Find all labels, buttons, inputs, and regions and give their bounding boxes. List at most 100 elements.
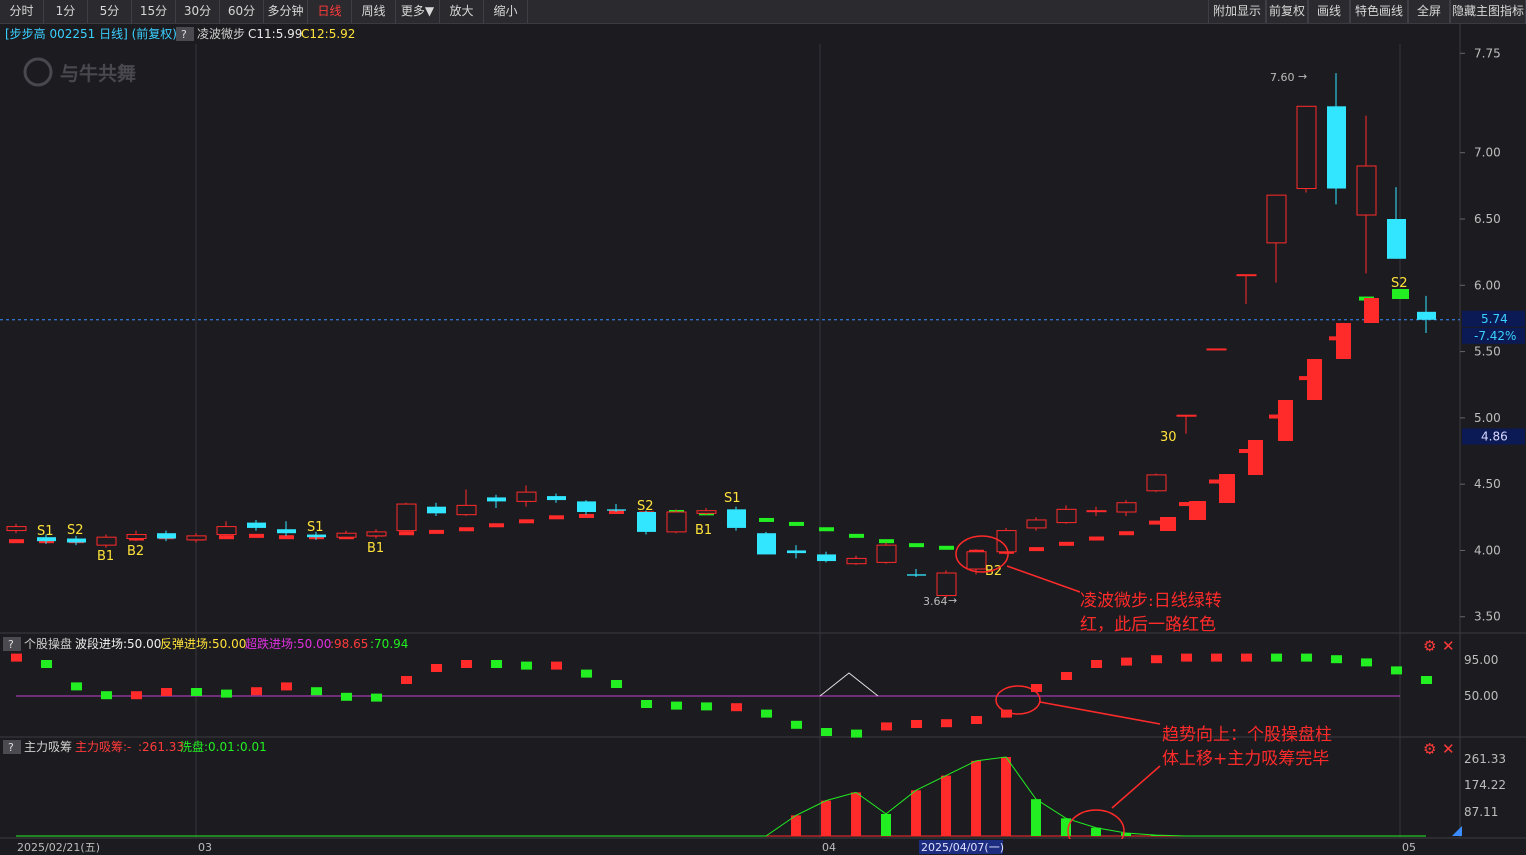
xichou-bar	[1061, 818, 1071, 836]
lingbo-step	[459, 527, 474, 532]
caopan-bar	[761, 709, 772, 718]
candle-body	[456, 504, 477, 516]
price-tick-label: 5.50	[1474, 345, 1501, 359]
candle-body	[157, 533, 176, 539]
lingbo-column	[1219, 474, 1235, 503]
candle-body	[1356, 165, 1377, 216]
signal-label: S1	[724, 491, 741, 506]
sub2-param-3: 洗盘:0.01	[180, 739, 235, 754]
price-tick-label: 6.00	[1474, 278, 1501, 292]
sub1-param-3: 超跌进场:50.00	[245, 636, 331, 651]
settings-gear-icon-sub2: ⚙	[1423, 740, 1436, 758]
caopan-bar	[521, 661, 532, 670]
lingbo-column	[1189, 501, 1206, 520]
price-tick-label: 5.00	[1474, 411, 1501, 425]
sub1-param-4: :98.65	[330, 637, 368, 651]
price-tick-label: 7.00	[1474, 146, 1501, 160]
candle-body	[186, 535, 207, 541]
caopan-bar	[1121, 657, 1132, 666]
caopan-bar	[1031, 684, 1042, 692]
candle-body	[277, 529, 296, 534]
candle-body	[247, 522, 266, 528]
caopan-bar	[191, 688, 202, 696]
indicator-c11: C11:5.99	[248, 27, 302, 41]
caopan-bar	[1421, 676, 1432, 684]
xichou-bar	[971, 760, 981, 836]
lingbo-step	[1059, 541, 1074, 546]
lingbo-column	[1336, 323, 1351, 359]
candle-body	[1056, 508, 1077, 524]
signal-label: S2	[1391, 276, 1408, 291]
sub1-param-2: 反弹进场:50.00	[160, 637, 246, 651]
lingbo-step	[1029, 547, 1044, 552]
help-icon-sub2: ?	[8, 741, 14, 754]
current-price-label: 5.74	[1481, 312, 1508, 326]
lingbo-step	[849, 533, 864, 538]
xichou-bar	[791, 815, 801, 836]
xichou-bar	[1031, 799, 1041, 836]
candle-body	[1176, 414, 1197, 417]
lingbo-column	[1364, 298, 1379, 323]
signal-label: S1	[37, 524, 54, 539]
caopan-bar	[1301, 653, 1312, 662]
candle-body	[67, 538, 86, 543]
candle-body	[936, 572, 957, 597]
signal-label: S2	[637, 499, 654, 514]
caopan-bar	[821, 728, 832, 736]
caopan-bar	[971, 716, 982, 724]
help-icon-main: ?	[181, 28, 187, 41]
lingbo-step	[1119, 531, 1134, 536]
candle-body	[907, 574, 926, 576]
x-axis-bar	[0, 839, 1526, 855]
candle-body	[757, 533, 776, 555]
xichou-bar	[1001, 757, 1011, 836]
high-arrow: →	[1298, 70, 1307, 83]
sub2-axis-1: 261.33	[1464, 752, 1506, 766]
close-icon-sub2: ✕	[1442, 740, 1455, 758]
annotation-trend: 趋势向上：个股操盘柱 体上移+主力吸筹完毕	[1162, 725, 1332, 769]
price-tick-label: 4.50	[1474, 477, 1501, 491]
candle-body	[577, 501, 596, 513]
indicator-name: 凌波微步	[197, 27, 245, 41]
caopan-bar	[251, 687, 262, 696]
candle-body	[1146, 474, 1167, 492]
caopan-bar	[1091, 660, 1102, 668]
caopan-bar	[1391, 666, 1402, 675]
candle-body	[876, 544, 897, 563]
sub2-param-1: 主力吸筹:-	[75, 740, 131, 754]
caopan-bar	[641, 700, 652, 708]
caopan-bar	[371, 693, 382, 702]
signal-label: 30	[1160, 430, 1177, 445]
caopan-bar	[911, 720, 922, 728]
caopan-bar	[161, 688, 172, 696]
candle-body	[666, 511, 687, 533]
caopan-bar	[551, 661, 562, 670]
xichou-bar	[881, 813, 891, 836]
candle-body	[787, 550, 806, 554]
x-cursor-date: 2025/04/07(一)	[921, 841, 1004, 854]
caopan-bar	[131, 691, 142, 700]
candle-body	[696, 510, 717, 514]
caopan-bar	[941, 719, 952, 728]
caopan-bar	[221, 689, 232, 698]
lingbo-step	[489, 523, 504, 528]
settings-gear-icon-sub1: ⚙	[1423, 637, 1436, 655]
candle-body	[966, 551, 987, 570]
sub2-axis-3: 87.11	[1464, 805, 1498, 819]
lingbo-step	[519, 519, 534, 524]
candle-body	[216, 526, 237, 536]
candle-body	[1086, 510, 1107, 513]
sub1-axis-95: 95.00	[1464, 653, 1498, 667]
candle-body	[1387, 219, 1406, 259]
lingbo-column	[1278, 400, 1293, 441]
sub2-axis-2: 174.22	[1464, 778, 1506, 792]
signal-label: B1	[97, 549, 114, 564]
lingbo-column	[1248, 440, 1263, 475]
caopan-bar	[671, 701, 682, 710]
xichou-bar	[821, 800, 831, 836]
x-label-05: 05	[1402, 841, 1416, 854]
current-change-label: -7.42%	[1474, 329, 1516, 343]
lingbo-step	[429, 529, 444, 534]
caopan-bar	[1361, 658, 1372, 667]
x-label-start: 2025/02/21(五)	[17, 841, 100, 854]
